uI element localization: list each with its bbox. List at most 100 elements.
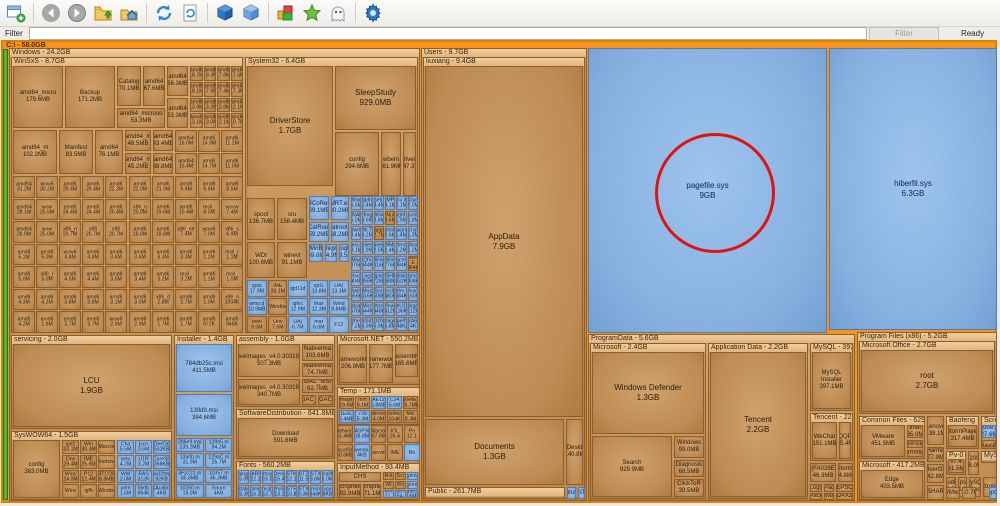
folder-chs[interactable]: CHS: [339, 472, 381, 482]
folder-amd6[interactable]: amd622.3M: [105, 176, 127, 198]
folder-amd6[interactable]: amd621.9M: [152, 176, 174, 198]
file-3f3222-m[interactable]: 3F3222.m65.8MB: [176, 469, 204, 483]
folder-thund[interactable]: Thund: [907, 450, 923, 457]
folder-inetsrv[interactable]: inetsrv: [98, 455, 115, 469]
folder-qqp[interactable]: QQP75.4M: [839, 422, 851, 459]
folder-vmware[interactable]: VMware451.5MB: [861, 425, 905, 457]
refresh-button[interactable]: [152, 1, 176, 25]
folder-amd6[interactable]: amd610.7M: [231, 113, 244, 128]
folder-amd6[interactable]: amd618.1M: [190, 82, 203, 97]
file-ae12[interactable]: AE125.8MB: [371, 396, 386, 409]
file-shel[interactable]: shel7.2M: [351, 317, 361, 331]
folder-amd6[interactable]: amd6972K: [198, 311, 220, 333]
folder-amd6[interactable]: amd617.6M: [231, 66, 244, 81]
file-wmp-d[interactable]: wmp.d10.9MB: [247, 298, 267, 315]
folder-var[interactable]: Var: [824, 493, 834, 500]
folder-manifest[interactable]: Manifest83.5MB: [59, 130, 93, 174]
file-loga[interactable]: loga112K: [408, 302, 418, 316]
home-button[interactable]: [117, 1, 141, 25]
folder-amd6[interactable]: amd63.7M: [82, 311, 104, 333]
file-winv[interactable]: Winv776K: [385, 256, 395, 270]
folder-engines[interactable]: Engines92.9MB: [339, 484, 361, 498]
filter-input[interactable]: [29, 27, 867, 40]
folder-intel[interactable]: Intel65.0M: [907, 425, 923, 438]
file-da[interactable]: DA)6.7M: [288, 316, 308, 333]
file-winc[interactable]: Winc5.5M: [351, 196, 361, 210]
file-aneg[interactable]: aneg2.5M: [374, 241, 384, 255]
file-urln[interactable]: urln1.8M: [408, 211, 418, 225]
folder-amd6[interactable]: amd63.3M: [152, 244, 174, 266]
folder-amd6[interactable]: amd64.3M: [13, 289, 35, 311]
folder-backup[interactable]: Backup171.2MB: [65, 66, 115, 128]
file-cryp[interactable]: cryp1.3M: [408, 226, 418, 240]
file-ntus[interactable]: ntus: [567, 487, 576, 499]
file-rtmc[interactable]: rtmc1.2M: [396, 241, 406, 255]
folder-amd6[interactable]: amd61.0M: [198, 289, 220, 311]
open-folder-button[interactable]: [91, 1, 115, 25]
file-sims[interactable]: sims16.2: [250, 485, 261, 499]
folder-imager[interactable]: imager19.6M: [339, 396, 354, 409]
folder-amd6[interactable]: amd618.8M: [129, 221, 151, 243]
folder-intel[interactable]: Intel9.5M: [247, 316, 267, 333]
folder-p12[interactable]: P1212.4M: [80, 470, 97, 484]
folder-appdata[interactable]: AppData7.9GB: [425, 66, 583, 417]
folder-clicktor[interactable]: ClickToR39.5MB: [674, 479, 704, 497]
file-286e9-msi[interactable]: 286e9.msi139.2MB: [176, 438, 204, 452]
folder-wechat[interactable]: WeChat151.1MB: [812, 422, 837, 459]
folder-env[interactable]: env16KB: [982, 440, 996, 447]
file-stz[interactable]: STZ11.5: [298, 470, 309, 484]
folder-amd6[interactable]: amd611.2M: [221, 130, 243, 152]
folder-amd64-micro[interactable]: amd64_micro179.6MB: [13, 66, 63, 128]
file-rtm[interactable]: rtm.384K: [396, 287, 406, 301]
folder-ime[interactable]: IME: [387, 444, 403, 462]
folder-assembly[interactable]: assembly165.6MB: [395, 344, 418, 377]
folder-windov[interactable]: Windov: [268, 298, 288, 315]
folder-notec[interactable]: notec104K: [387, 410, 402, 423]
file-mst[interactable]: mst2.6M: [385, 226, 395, 240]
folder-amd6[interactable]: amd65.1M: [13, 244, 35, 266]
file-rtmg[interactable]: rtmg4.6M: [362, 211, 372, 225]
file-wgn[interactable]: wgn1.4M: [396, 226, 406, 240]
folder-amd6[interactable]: amd63.4M: [129, 266, 151, 288]
folder-wow6[interactable]: wow613.1M: [190, 113, 203, 128]
file-wir[interactable]: Wir11.: [383, 490, 394, 498]
folder-msil[interactable]: msil_3.2M: [175, 266, 197, 288]
folder-amd6[interactable]: amd617.9M: [204, 82, 217, 97]
file-da[interactable]: DA)13.3M: [329, 280, 349, 297]
file-ipks[interactable]: ipks728K: [374, 272, 384, 286]
folder-amd6[interactable]: amd629.4M: [82, 176, 104, 198]
file-wvmbu[interactable]: wvmbu4KB: [354, 444, 370, 462]
folder-amd6[interactable]: amd63.3M: [175, 244, 197, 266]
folder-x86-r[interactable]: x86_r5.0M: [36, 266, 58, 288]
folder-amd6[interactable]: amd612.8M: [217, 98, 230, 113]
folder-amd6[interactable]: amd64.8M: [82, 244, 104, 266]
folder-vmwz[interactable]: VMwz: [946, 487, 960, 499]
folder-download[interactable]: Download591.6MB: [238, 418, 333, 457]
folder-windows-defender[interactable]: Windows Defender1.3GB: [592, 352, 704, 434]
file-bhoc[interactable]: bhoc1.2M: [408, 241, 418, 255]
file-perf[interactable]: perf48K: [396, 317, 406, 331]
file-winc[interactable]: Winc3.8M: [374, 211, 384, 225]
file-igfxc[interactable]: igfxc12.9M: [288, 298, 308, 315]
folder-amd64[interactable]: amd6438.8MB: [153, 153, 173, 174]
folder-public[interactable]: Public - 261.7MB: [425, 487, 565, 499]
file-hiberfil-sys[interactable]: hiberfil.sys6.3GB: [829, 48, 997, 330]
file-logf[interactable]: LogF43.5M: [339, 244, 349, 262]
folder-amd6[interactable]: amd68.5M: [221, 176, 243, 198]
file-winbi[interactable]: WinBi49.0M: [309, 244, 323, 262]
folder-wow6[interactable]: wow630.2M: [36, 176, 58, 198]
file-nlt[interactable]: NLT3.2M: [362, 226, 372, 240]
folder-stormi[interactable]: StormI54.8MB: [838, 463, 853, 482]
file-classes-button[interactable]: [274, 1, 298, 25]
folder-amd6[interactable]: amd618.7M: [190, 66, 203, 81]
folder-winc[interactable]: Winc14.0M: [62, 470, 79, 484]
file-d3d[interactable]: d3d6.9M: [362, 317, 372, 331]
folder-amd6[interactable]: amd611.0M: [221, 153, 243, 175]
folder-amd6[interactable]: amd63.1M: [105, 289, 127, 311]
folder-search[interactable]: Search929.9MB: [592, 436, 672, 497]
folder-nativeima[interactable]: NativeIma74.7MB: [302, 363, 333, 377]
forward-button[interactable]: [65, 1, 89, 25]
folder-rol[interactable]: Rol: [383, 472, 394, 480]
file-catroot2[interactable]: catroot258.2MB: [331, 222, 349, 242]
file-13a0b-m[interactable]: 13a0b.m31.9M: [176, 453, 204, 467]
